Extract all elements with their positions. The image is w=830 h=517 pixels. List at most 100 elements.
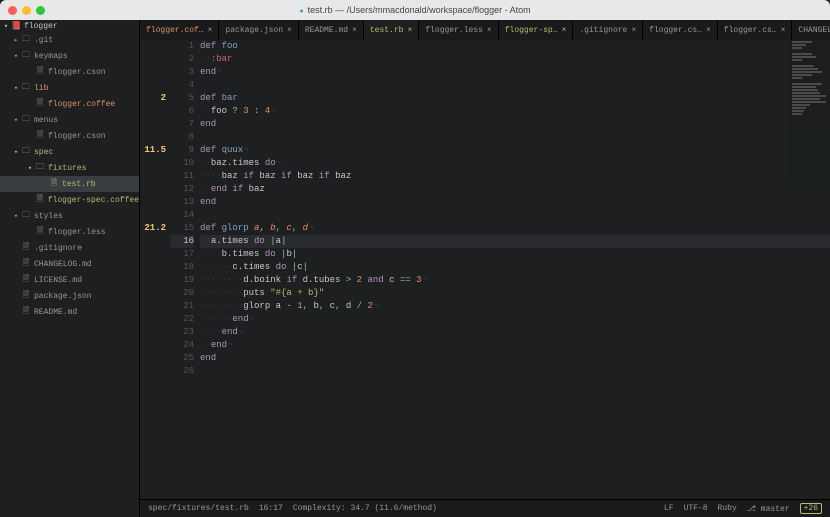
tree-item[interactable]: 🗎flogger.less [0, 224, 139, 240]
file-icon: 🗎 [48, 177, 60, 191]
tree-item[interactable]: 🗎test.rb [0, 176, 139, 192]
tab[interactable]: README.md × [299, 20, 364, 40]
tree-label: flogger.less [48, 228, 106, 237]
tab-label: README.md [305, 26, 348, 35]
tab-label: test.rb [370, 26, 404, 35]
tree-item[interactable]: ▾🗀keymaps [0, 48, 139, 64]
minimize-icon[interactable] [22, 6, 31, 15]
tree-label: fixtures [48, 164, 86, 173]
tree-item[interactable]: 🗎flogger-spec.coffee [0, 192, 139, 208]
close-icon[interactable]: × [487, 26, 492, 35]
tab[interactable]: flogger.cs… × [718, 20, 793, 40]
status-git[interactable]: +26 [800, 503, 822, 514]
tree-label: flogger.cson [48, 68, 106, 77]
tab[interactable]: .gitignore × [573, 20, 643, 40]
chevron-icon: ▾ [12, 52, 20, 61]
tree-root[interactable]: ▾ 📕 flogger [0, 20, 139, 32]
chevron-down-icon: ▾ [2, 22, 10, 31]
root-label: flogger [24, 22, 58, 31]
tab-bar[interactable]: flogger.cof…×package.json×README.md×test… [140, 20, 830, 40]
tree-item[interactable]: 🗎flogger.coffee [0, 96, 139, 112]
tree-item[interactable]: ▾🗀fixtures [0, 160, 139, 176]
window-body: ▾ 📕 flogger ▸🗀.git▾🗀keymaps🗎flogger.cson… [0, 20, 830, 517]
close-icon[interactable]: × [781, 26, 786, 35]
complexity-gutter: 211.521.2 [140, 40, 170, 499]
close-icon[interactable]: × [706, 26, 711, 35]
tree-label: menus [34, 116, 58, 125]
tree-item[interactable]: ▾🗀spec [0, 144, 139, 160]
status-complexity: Complexity: 34.7 (11.6/method) [293, 504, 437, 513]
line-gutter[interactable]: 1234567891011121314151617181920212223242… [170, 40, 200, 499]
status-cursor[interactable]: 16:17 [259, 504, 283, 513]
close-icon[interactable] [8, 6, 17, 15]
tree-item[interactable]: 🗎CHANGELOG.md [0, 256, 139, 272]
file-icon: 🗀 [34, 161, 46, 175]
tab[interactable]: package.json × [219, 20, 298, 40]
tree-item[interactable]: 🗎package.json [0, 288, 139, 304]
file-icon: 🗎 [20, 273, 32, 287]
maximize-icon[interactable] [36, 6, 45, 15]
tree-label: flogger-spec.coffee [48, 196, 139, 205]
tree-label: README.md [34, 308, 77, 317]
tree-item[interactable]: 🗎flogger.cson [0, 64, 139, 80]
tab[interactable]: flogger-sp… × [499, 20, 574, 40]
file-icon: 🗎 [34, 193, 46, 207]
status-encoding[interactable]: UTF-8 [684, 504, 708, 513]
tree-label: flogger.coffee [48, 100, 115, 109]
tab-label: package.json [225, 26, 283, 35]
status-grammar[interactable]: Ruby [718, 504, 737, 513]
tree-label: CHANGELOG.md [34, 260, 92, 269]
close-icon[interactable]: × [631, 26, 636, 35]
tab-label: .gitignore [579, 26, 627, 35]
file-icon: 🗎 [20, 289, 32, 303]
file-icon: 🗎 [34, 225, 46, 239]
tab[interactable]: test.rb× [364, 20, 419, 40]
code-area[interactable]: def foo··:barend¬def bar··foo ? 3 : 4¬en… [200, 40, 830, 499]
tree-item[interactable]: ▾🗀styles [0, 208, 139, 224]
titlebar[interactable]: test.rb — /Users/mmacdonald/workspace/fl… [0, 0, 830, 20]
tree-item[interactable]: 🗎flogger.cson [0, 128, 139, 144]
tab[interactable]: CHANGEL…× [792, 20, 830, 40]
tree-label: keymaps [34, 52, 68, 61]
tree-item[interactable]: ▾🗀menus [0, 112, 139, 128]
window-title: test.rb — /Users/mmacdonald/workspace/fl… [299, 5, 530, 15]
file-icon: 🗀 [20, 113, 32, 127]
tab[interactable]: flogger.cof…× [140, 20, 219, 40]
repo-icon: 📕 [10, 21, 22, 31]
file-icon: 🗎 [34, 65, 46, 79]
tab[interactable]: flogger.cs…× [643, 20, 718, 40]
tree-label: spec [34, 148, 53, 157]
file-tree[interactable]: ▾ 📕 flogger ▸🗀.git▾🗀keymaps🗎flogger.cson… [0, 20, 140, 517]
traffic-lights [8, 6, 45, 15]
tree-item[interactable]: 🗎LICENSE.md [0, 272, 139, 288]
file-icon: 🗎 [20, 241, 32, 255]
tree-item[interactable]: ▸🗀.git [0, 32, 139, 48]
file-icon: 🗎 [20, 257, 32, 271]
tab[interactable]: flogger.less× [419, 20, 498, 40]
tab-label: flogger-sp… [505, 26, 558, 35]
close-icon[interactable]: × [208, 26, 213, 35]
status-branch[interactable]: ⎇ master [747, 504, 790, 514]
tree-item[interactable]: 🗎.gitignore [0, 240, 139, 256]
tree-label: test.rb [62, 180, 96, 189]
chevron-icon: ▾ [12, 148, 20, 157]
editor-main: flogger.cof…×package.json×README.md×test… [140, 20, 830, 517]
chevron-icon: ▾ [26, 164, 34, 173]
close-icon[interactable]: × [562, 26, 567, 35]
editor[interactable]: 211.521.2 123456789101112131415161718192… [140, 40, 830, 499]
file-icon: 🗀 [20, 81, 32, 95]
tree-item[interactable]: 🗎README.md [0, 304, 139, 320]
tab-label: CHANGEL… [798, 26, 830, 35]
close-icon[interactable]: × [287, 26, 292, 35]
close-icon[interactable]: × [352, 26, 357, 35]
tree-label: .git [34, 36, 53, 45]
tree-item[interactable]: ▾🗀lib [0, 80, 139, 96]
file-icon: 🗎 [34, 129, 46, 143]
close-icon[interactable]: × [407, 26, 412, 35]
minimap[interactable] [790, 40, 830, 180]
tab-label: flogger.cs… [724, 26, 777, 35]
editor-window: test.rb — /Users/mmacdonald/workspace/fl… [0, 0, 830, 517]
file-icon: 🗀 [20, 145, 32, 159]
status-eol[interactable]: LF [664, 504, 674, 513]
status-path[interactable]: spec/fixtures/test.rb [148, 504, 249, 513]
